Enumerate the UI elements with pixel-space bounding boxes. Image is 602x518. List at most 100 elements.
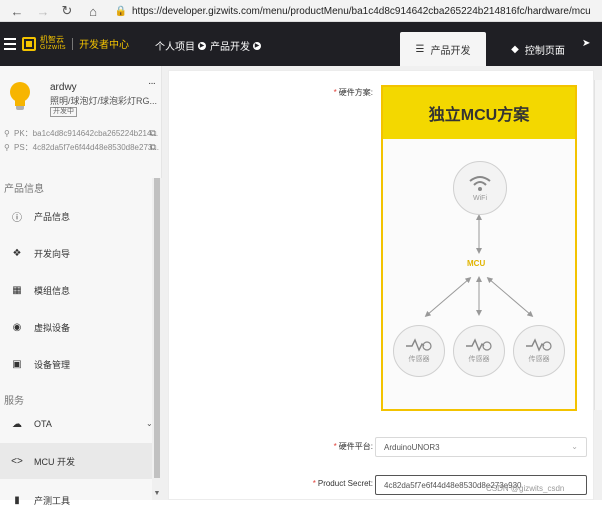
product-secret-row: ⚲ PS： 4c82da5f7e6f44d48e8530d8e273... ⧉ (4, 142, 160, 153)
required-marker: * (333, 88, 337, 97)
sidebar-item-label: 模组信息 (34, 285, 71, 296)
ps-label: PS： (14, 143, 33, 152)
wifi-icon (469, 175, 491, 191)
sidebar-item-label: MCU 开发 (34, 456, 75, 467)
sidebar-item-ota[interactable]: ☁ OTA ⌄ (0, 406, 153, 442)
copy-pk-icon[interactable]: ⧉ (150, 128, 156, 139)
sidebar-item-device-management[interactable]: ▣ 设备管理 (0, 346, 152, 382)
sidebar-item-dev-guide[interactable]: ❖ 开发向导 (0, 235, 152, 271)
sidebar-item-product-info[interactable]: ⓘ 产品信息 (0, 198, 152, 234)
pk-label: PK： (14, 129, 33, 138)
mcu-scheme-title: 独立MCU方案 (383, 87, 575, 139)
mcu-diagram: WiFi MCU 传感器 传感器 传感器 (383, 139, 575, 409)
platform-select[interactable]: ArduinoUNOR3 ⌄ (375, 437, 587, 457)
status-badge: 开发中 (50, 107, 77, 117)
sidebar-item-virtual-device[interactable]: ◉ 虚拟设备 (0, 309, 152, 345)
required-marker: * (312, 479, 316, 488)
sensor-label: 传感器 (468, 356, 490, 363)
grid-icon: ▦ (12, 284, 22, 296)
back-arrow-icon[interactable]: ← (6, 0, 28, 22)
secret-label: * Product Secret: (312, 479, 373, 488)
main-content: * 硬件方案: 独立MCU方案 WiFi MCU 传感器 传感器 传感器 * 硬… (162, 66, 602, 500)
globe-icon: ◉ (12, 321, 22, 333)
sidebar-item-label: OTA (34, 419, 52, 429)
tab-product-development-label: 产品开发 (430, 45, 471, 57)
tab-control-page[interactable]: ◆ 控制页面 (498, 32, 578, 66)
key-icon: ⚲ (4, 129, 10, 138)
forward-arrow-icon[interactable]: → (32, 0, 54, 22)
more-options-icon[interactable]: ··· (148, 78, 156, 89)
address-bar[interactable]: 🔒 https://developer.gizwits.com/menu/pro… (114, 2, 602, 20)
crumb-product-dev[interactable]: 产品开发 (210, 38, 250, 53)
send-icon[interactable]: ➤ (582, 38, 598, 58)
url-text: https://developer.gizwits.com/menu/produ… (132, 5, 591, 17)
mcu-label: MCU (467, 259, 486, 268)
product-key-row: ⚲ PK： ba1c4d8c914642cba265224b214... ⧉ (4, 128, 160, 139)
hamburger-menu-icon[interactable] (4, 36, 16, 52)
watermark: CSDN @gizwits_csdn (486, 484, 565, 493)
sensor-label: 传感器 (528, 356, 550, 363)
sidebar-scrollbar-thumb[interactable] (154, 178, 160, 478)
scroll-down-arrow-icon[interactable]: ▼ (152, 490, 162, 500)
chevron-right-icon: ▶ (253, 41, 261, 50)
reload-icon[interactable]: ↻ (56, 0, 78, 22)
sidebar-item-label: 产测工具 (34, 495, 71, 506)
bulb-icon (10, 82, 30, 112)
breadcrumb: 个人项目 ▶ 产品开发 ▶ (155, 38, 265, 53)
sensor-label: 传感器 (408, 356, 430, 363)
app-header: 机智云 Gizwits 开发者中心 个人项目 ▶ 产品开发 ▶ ☰ 产品开发 ◆… (0, 22, 602, 66)
sidebar-item-label: 设备管理 (34, 359, 71, 370)
device-icon: ▣ (12, 358, 22, 370)
tab-product-development[interactable]: ☰ 产品开发 (400, 32, 486, 66)
sidebar-item-mcu-dev[interactable]: <> MCU 开发 (0, 443, 152, 479)
sidebar-scrollbar[interactable] (152, 178, 162, 500)
logo-cn: 机智云 (40, 35, 64, 44)
sensor-node: 传感器 (453, 325, 505, 377)
chevron-down-icon: ⌄ (571, 442, 578, 451)
hardware-panel: * 硬件方案: 独立MCU方案 WiFi MCU 传感器 传感器 传感器 * 硬… (168, 70, 594, 500)
chevron-right-icon: ▶ (198, 41, 206, 50)
pk-value: ba1c4d8c914642cba265224b214... (32, 129, 159, 138)
copy-ps-icon[interactable]: ⧉ (150, 142, 156, 153)
hw-scheme-label: * 硬件方案: (333, 88, 373, 97)
sidebar: ardwy ··· 照明/球泡灯/球泡彩灯RG... 开发中 ⚲ PK： ba1… (0, 66, 162, 506)
tool-icon: ▮ (14, 494, 20, 506)
lock-icon: ⚲ (4, 143, 10, 152)
cloud-upload-icon: ☁ (12, 418, 22, 430)
sidebar-item-test-tool[interactable]: ▮ 产测工具 (0, 482, 152, 518)
logo-divider (72, 37, 74, 50)
section-product-info: 产品信息 (4, 184, 44, 195)
wifi-node: WiFi (453, 161, 507, 215)
platform-value: ArduinoUNOR3 (384, 442, 440, 452)
sensor-node: 传感器 (513, 325, 565, 377)
code-icon: <> (11, 455, 23, 467)
info-icon: ⓘ (12, 212, 22, 224)
logo[interactable]: 机智云 Gizwits 开发者中心 (22, 36, 129, 51)
sidebar-item-module-info[interactable]: ▦ 模组信息 (0, 272, 152, 308)
crumb-personal-project[interactable]: 个人项目 (155, 38, 195, 53)
developer-center-label: 开发者中心 (79, 40, 130, 51)
product-name: ardwy (50, 82, 77, 93)
logo-en: Gizwits (40, 44, 67, 51)
sidebar-item-label: 产品信息 (34, 211, 71, 222)
gizwits-logo-icon (22, 36, 36, 51)
section-services: 服务 (4, 396, 24, 407)
sliders-icon: ☰ (415, 43, 425, 55)
platform-label: * 硬件平台: (333, 442, 373, 451)
home-icon[interactable]: ⌂ (82, 0, 104, 22)
diamond-icon: ◆ (511, 43, 519, 55)
sensor-icon (526, 338, 552, 352)
product-card: ardwy ··· 照明/球泡灯/球泡彩灯RG... 开发中 ⚲ PK： ba1… (0, 66, 162, 162)
right-scroll-strip[interactable] (594, 80, 602, 410)
sensor-node: 传感器 (393, 325, 445, 377)
required-marker: * (333, 442, 337, 451)
sensor-icon (466, 338, 492, 352)
wifi-label: WiFi (473, 194, 487, 202)
sidebar-item-label: 虚拟设备 (34, 322, 71, 333)
signpost-icon: ❖ (12, 247, 22, 259)
lock-icon: 🔒 (114, 5, 128, 17)
sensor-icon (406, 338, 432, 352)
mcu-scheme-card[interactable]: 独立MCU方案 WiFi MCU 传感器 传感器 传感器 (381, 85, 577, 411)
product-description: 照明/球泡灯/球泡彩灯RG... (50, 96, 158, 106)
ps-value: 4c82da5f7e6f44d48e8530d8e273... (32, 143, 160, 152)
